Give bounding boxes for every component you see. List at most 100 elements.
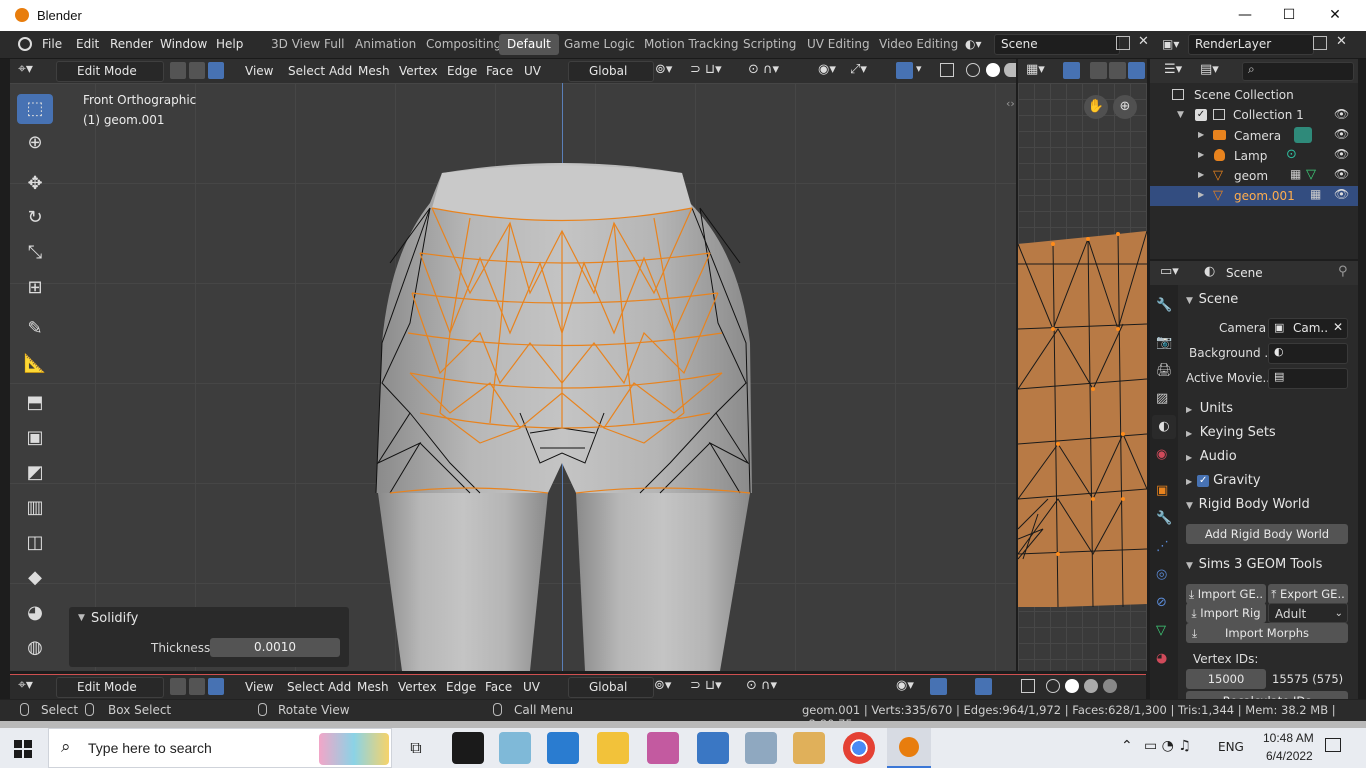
vertex-select-icon[interactable] [170,62,186,79]
bottom-menu-view[interactable]: View [240,677,278,697]
knife-tool[interactable]: ◫ [17,528,53,558]
annotate-tool[interactable]: ✎ [17,314,53,344]
calculator-icon[interactable] [697,732,729,764]
mesh-data-icon[interactable]: ▽ [1306,167,1316,182]
tab-3d-view-full[interactable]: 3D View Full [263,34,353,55]
outliner-collection[interactable]: Collection 1 [1233,108,1304,122]
menu-help[interactable]: Help [216,37,243,51]
lamp-eye-icon[interactable]: 👁 [1334,147,1349,161]
cursor-tool[interactable]: ⊕ [17,128,53,158]
visibility-icon[interactable]: ◉▾ [818,62,836,77]
bottom-mode-dropdown[interactable]: Edit Mode [56,677,164,698]
proportional-edit-icon[interactable]: ⊙ ∩▾ [748,62,779,77]
world-tab-icon[interactable]: ◉ [1156,447,1167,462]
poly-build-tool[interactable]: ◆ [17,563,53,593]
menu-window[interactable]: Window [160,37,207,51]
pin-icon[interactable]: ⚲ [1338,264,1348,279]
photos-app-icon[interactable] [745,732,777,764]
outliner-root[interactable]: Scene Collection [1194,88,1294,102]
clear-camera-icon[interactable]: ✕ [1333,320,1343,334]
tray-icons[interactable]: ▭ ◔ ♫ [1144,738,1191,754]
expand-arrow-icon[interactable]: ▶ [1198,170,1204,179]
new-scene-icon[interactable] [1116,36,1130,50]
scene-section-header[interactable]: ▼ Scene [1186,292,1238,307]
tab-compositing[interactable]: Compositing [418,34,509,55]
tab-default[interactable]: Default [499,34,559,55]
notifications-icon[interactable] [1325,738,1341,752]
bottom-menu-mesh[interactable]: Mesh [352,677,394,697]
camera-data-icon[interactable] [1294,127,1312,143]
rotate-tool[interactable]: ↻ [17,203,53,233]
delete-render-layer-icon[interactable]: ✕ [1336,34,1347,49]
import-rig-button[interactable]: ⤓ Import Rig [1186,603,1266,623]
tray-chevron-icon[interactable]: ⌃ [1121,738,1133,754]
thickness-field[interactable]: 0.0010 [210,638,340,657]
material-shading-icon[interactable] [1004,63,1016,77]
maximize-button[interactable]: ☐ [1266,0,1312,31]
proportional-edit-icon[interactable]: ⊙ ∩▾ [746,678,777,693]
move-tool[interactable]: ✥ [17,169,53,199]
tab-scripting[interactable]: Scripting [735,34,804,55]
scene-field[interactable]: Scene [994,34,1120,55]
overlay-dropdown-icon[interactable]: ▾ [916,62,922,75]
bottom-orientation-dropdown[interactable]: Global [568,677,654,698]
paint-app-icon[interactable] [793,732,825,764]
render-tab-icon[interactable]: 📷 [1156,335,1172,350]
bottom-menu-vertex[interactable]: Vertex [393,677,442,697]
physics-tab-icon[interactable]: ◎ [1156,567,1167,582]
menu-select[interactable]: Select [283,61,330,81]
material-tab-icon[interactable]: ◕ [1156,651,1167,666]
object-tab-icon[interactable]: ▣ [1156,483,1168,498]
menu-uv[interactable]: UV [519,61,546,81]
taskbar-search-input[interactable]: ⌕ Type here to search [48,728,392,768]
language-indicator[interactable]: ENG [1218,740,1244,754]
bottom-menu-edge[interactable]: Edge [441,677,481,697]
measure-tool[interactable]: 📐 [17,349,53,379]
section-rigid-body-world[interactable]: ▼ Rigid Body World [1186,497,1310,512]
wireframe-shading-icon[interactable] [1046,679,1060,693]
loop-cut-tool[interactable]: ▥ [17,493,53,523]
menu-face[interactable]: Face [481,61,518,81]
solid-shading-icon[interactable] [986,63,1000,77]
edge-select-icon[interactable] [189,678,205,695]
particles-tab-icon[interactable]: ⋰ [1156,539,1169,554]
solid-shading-icon[interactable] [1065,679,1079,693]
geom-eye-icon[interactable]: 👁 [1334,167,1349,181]
bottom-menu-face[interactable]: Face [480,677,517,697]
task-view-icon[interactable]: ⧉ [400,732,432,764]
terminal-app-icon[interactable] [452,732,484,764]
close-button[interactable]: ✕ [1312,0,1358,31]
edge-select-icon[interactable] [189,62,205,79]
extrude-tool[interactable]: ⬒ [17,388,53,418]
tab-motion-tracking[interactable]: Motion Tracking [636,34,746,55]
snap-icon[interactable]: ⊃ ⊔▾ [690,62,722,77]
uv-editor[interactable]: ▦▾ ✋ ⊕ [1018,59,1147,671]
mesh-geometry[interactable] [10,83,1016,671]
operator-title[interactable]: Solidify [91,611,138,626]
vertex-select-icon[interactable] [170,678,186,695]
render-layer-icon[interactable]: ▣▾ [1162,37,1184,51]
outliner-row-camera[interactable]: ▶ Camera 👁 [1150,126,1358,146]
modifier-tab-icon[interactable]: 🔧 [1156,511,1172,526]
xray-icon[interactable] [1021,679,1035,693]
camera-field[interactable]: ▣ Cam.. ✕ [1268,318,1348,339]
modifier-icon[interactable]: ▦ [1310,187,1321,201]
geom-001-eye-icon[interactable]: 👁 [1334,187,1349,201]
section-gravity[interactable]: ▶ ✓ Gravity [1186,473,1261,488]
bottom-menu-select[interactable]: Select [282,677,329,697]
menu-mesh[interactable]: Mesh [353,61,395,81]
overlay-icon[interactable] [896,62,913,79]
data-tab-icon[interactable]: ▽ [1156,623,1166,638]
outliner-row-geom[interactable]: ▶ ▽ geom ▦ ▽ 👁 [1150,166,1358,186]
active-movie-field[interactable]: ▤ [1268,368,1348,389]
render-layer-field[interactable]: RenderLayer [1188,34,1314,55]
tab-video-editing[interactable]: Video Editing [871,34,966,55]
collection-checkbox[interactable]: ✓ [1195,109,1207,121]
face-select-icon[interactable] [208,62,224,79]
uv-pan-icon[interactable]: ✋ [1084,95,1108,119]
file-explorer-icon[interactable] [597,732,629,764]
section-keying-sets[interactable]: ▶ Keying Sets [1186,425,1276,440]
editor-type-icon[interactable]: ⌖▾ [18,61,33,77]
minimize-button[interactable]: — [1222,0,1268,31]
scale-tool[interactable]: ⤡ [17,238,53,268]
